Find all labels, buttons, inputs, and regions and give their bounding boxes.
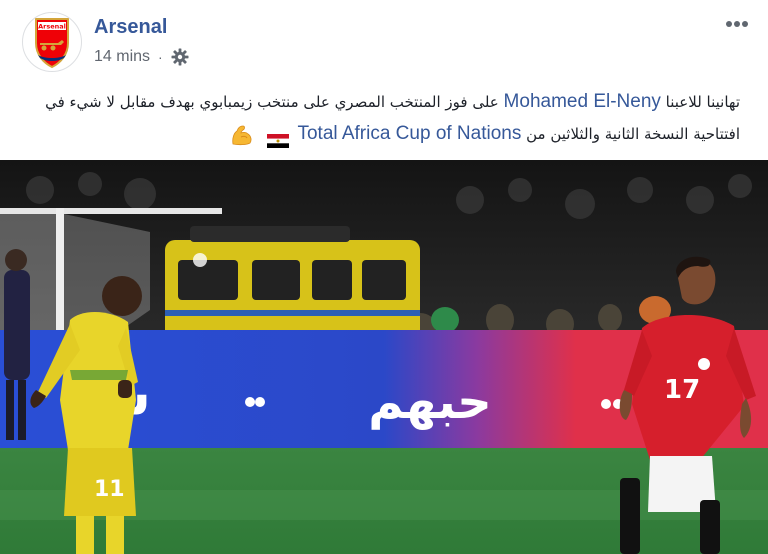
egypt-flag-icon (266, 128, 289, 148)
post-header: Arsenal Arsenal 14 mins · (0, 0, 768, 82)
post-timestamp[interactable]: 14 mins (94, 48, 150, 66)
facebook-post: Arsenal Arsenal 14 mins · تهانينا للاعبن… (0, 0, 768, 554)
message-text-part1: تهانينا للاعبنا (665, 93, 740, 111)
arsenal-crest-icon: Arsenal (35, 18, 69, 69)
page-name[interactable]: Arsenal (94, 16, 167, 39)
hashtag-link[interactable]: Total Africa Cup of Nations (297, 123, 521, 144)
player-right-number: 17 (664, 375, 700, 405)
meta-separator: · (158, 49, 163, 65)
match-photo: شد حبهم (0, 160, 768, 554)
more-options-icon[interactable] (722, 12, 752, 36)
gear-icon[interactable] (171, 48, 189, 66)
banner-middle-text: حبهم (368, 374, 492, 430)
page-avatar[interactable]: Arsenal (22, 12, 82, 72)
post-meta: 14 mins · (94, 48, 189, 66)
svg-text:Arsenal: Arsenal (38, 23, 66, 31)
post-message: تهانينا للاعبنا Mohamed El-Neny على فوز … (16, 86, 740, 150)
flexed-biceps-icon (230, 124, 254, 146)
post-photo[interactable]: شد حبهم (0, 160, 768, 554)
player-mention-link[interactable]: Mohamed El-Neny (504, 91, 661, 112)
player-left-number: 11 (94, 477, 125, 502)
